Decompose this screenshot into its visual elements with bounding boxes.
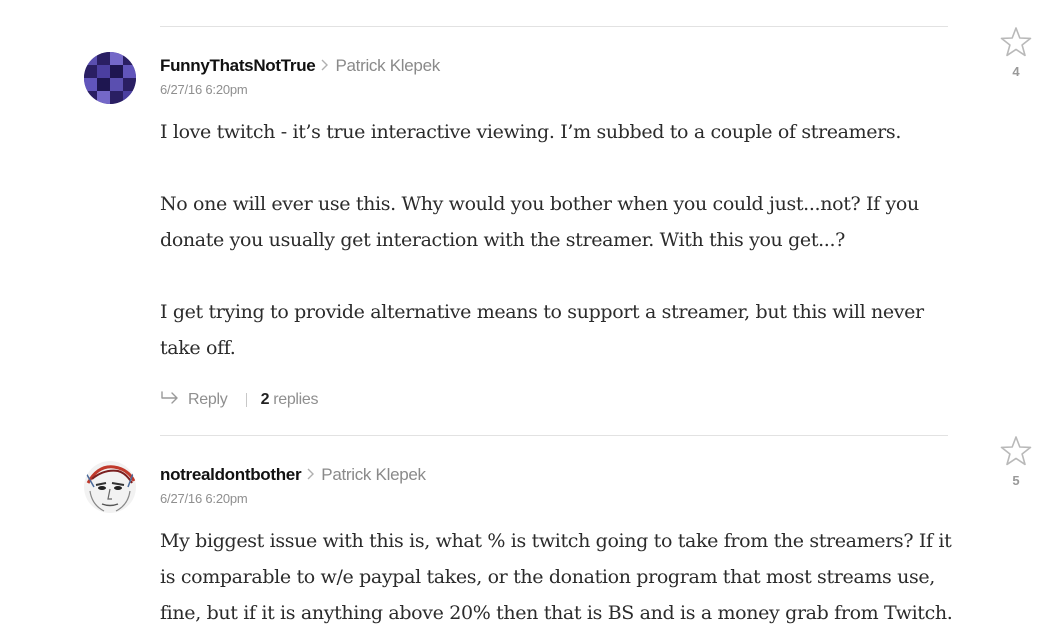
avatar-pixel-image [84, 52, 136, 104]
comment-meta: notrealdontbother Patrick Klepek 6/27/16… [160, 464, 426, 508]
replies-link[interactable]: 2 replies [261, 391, 319, 408]
avatar-sketch-image [84, 461, 136, 513]
comment-paragraph: My biggest issue with this is, what % is… [160, 530, 953, 624]
star-outline-icon[interactable] [1000, 435, 1032, 467]
star-rating: 5 [996, 435, 1036, 488]
star-count: 5 [1012, 473, 1020, 488]
reply-arrow-icon [160, 390, 180, 410]
comment-body: I love twitch - it’s true interactive vi… [160, 114, 960, 366]
action-separator [245, 393, 247, 407]
star-outline-icon[interactable] [1000, 26, 1032, 58]
star-count: 4 [1012, 64, 1020, 79]
comment-paragraph: I get trying to provide alternative mean… [160, 301, 924, 359]
star-rating: 4 [996, 26, 1036, 79]
author-name[interactable]: FunnyThatsNotTrue [160, 56, 316, 75]
comment-meta: FunnyThatsNotTrue Patrick Klepek 6/27/16… [160, 55, 440, 99]
chevron-right-icon [321, 56, 329, 78]
timestamp[interactable]: 6/27/16 6:20pm [160, 81, 440, 99]
avatar[interactable] [84, 52, 136, 104]
timestamp[interactable]: 6/27/16 6:20pm [160, 490, 426, 508]
comment-divider [160, 435, 948, 436]
comment-actions: Reply 2 replies [160, 390, 319, 410]
recipient-name[interactable]: Patrick Klepek [321, 465, 426, 484]
reply-button[interactable]: Reply [160, 391, 232, 408]
byline: notrealdontbother Patrick Klepek [160, 464, 426, 487]
comment-paragraph: I love twitch - it’s true interactive vi… [160, 121, 902, 143]
avatar[interactable] [84, 461, 136, 513]
replies-label: replies [273, 391, 319, 409]
chevron-right-icon [307, 465, 315, 487]
comment-body: My biggest issue with this is, what % is… [160, 523, 960, 631]
comment-paragraph: No one will ever use this. Why would you… [160, 193, 919, 251]
recipient-name[interactable]: Patrick Klepek [335, 56, 440, 75]
byline: FunnyThatsNotTrue Patrick Klepek [160, 55, 440, 78]
reply-label: Reply [188, 391, 228, 409]
author-name[interactable]: notrealdontbother [160, 465, 302, 484]
replies-count: 2 [260, 391, 270, 409]
comment-divider-top [160, 26, 948, 27]
